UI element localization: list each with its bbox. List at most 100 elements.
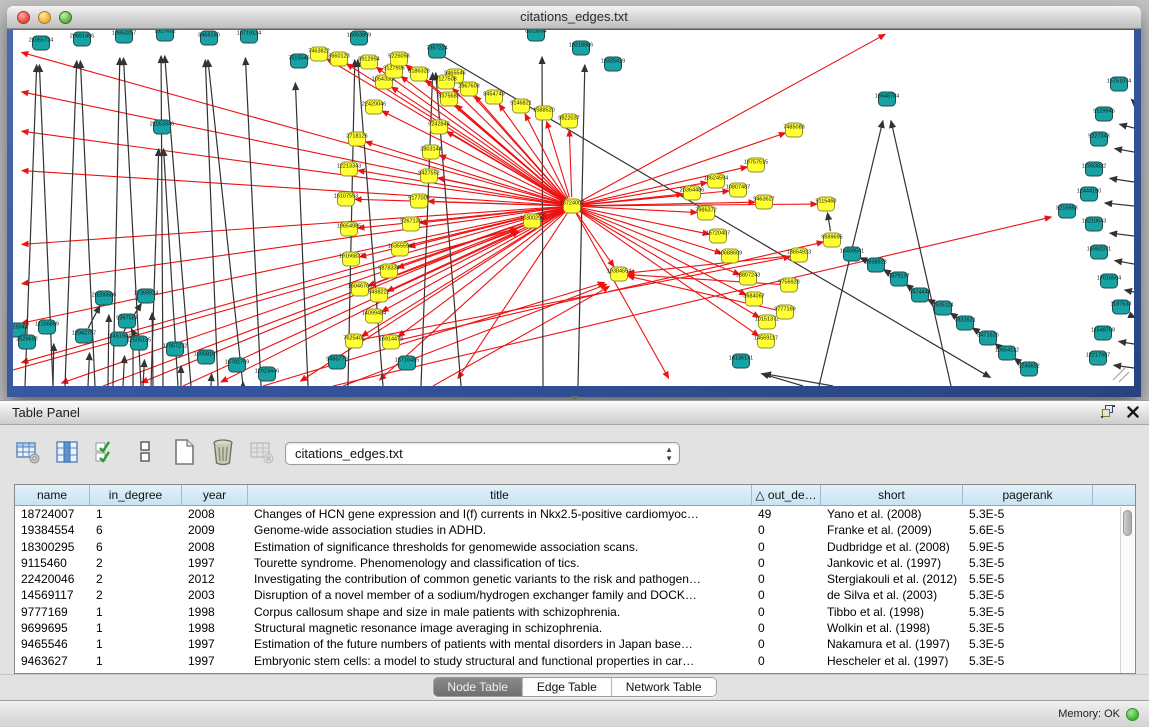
graph-node-9245652[interactable]: 9245652 <box>1018 362 1039 376</box>
graph-node-16210643[interactable]: 16210643 <box>1082 217 1106 231</box>
tab-node-table[interactable]: Node Table <box>433 678 523 696</box>
graph-node-3684067[interactable]: 3684067 <box>743 292 764 306</box>
graph-node-9474444[interactable]: 9474444 <box>909 288 930 302</box>
table-row[interactable]: 969969511998Structural magnetic resonanc… <box>15 620 1135 636</box>
new-file-icon[interactable] <box>170 437 198 467</box>
column-header-name[interactable]: name <box>15 485 90 506</box>
table-row[interactable]: 946362711997Embryonic stem cells: a mode… <box>15 653 1135 669</box>
graph-node-5226058[interactable]: 5226058 <box>388 52 409 66</box>
graph-node-16053809[interactable]: 16053809 <box>347 31 371 45</box>
graph-node-9242848[interactable]: 9242848 <box>428 120 449 134</box>
graph-node-7832621[interactable]: 7832621 <box>954 316 975 330</box>
graph-node-7357224[interactable]: 7357224 <box>426 44 447 58</box>
graph-node-16914479[interactable]: 16914479 <box>379 335 403 349</box>
graph-node-12942757[interactable]: 12942757 <box>72 329 96 343</box>
graph-node-14099484[interactable]: 14099484 <box>362 309 386 323</box>
select-columns-icon[interactable] <box>53 437 81 467</box>
graph-node-9127508[interactable]: 9127508 <box>435 75 456 89</box>
graph-node-15716485[interactable]: 15716485 <box>395 356 419 370</box>
table-row[interactable]: 911546021997Tourette syndrome. Phenomeno… <box>15 555 1135 571</box>
tab-edge-table[interactable]: Edge Table <box>523 678 612 696</box>
graph-node-19218986[interactable]: 19218986 <box>569 41 593 55</box>
graph-node-9267130[interactable]: 9267130 <box>400 217 421 231</box>
graph-node-6879197[interactable]: 6879197 <box>888 272 909 286</box>
graph-node-9397587[interactable]: 9397587 <box>116 314 137 328</box>
graph-node-19166827[interactable]: 19166827 <box>339 252 363 266</box>
graph-node-5938923[interactable]: 5938923 <box>865 258 886 272</box>
graph-node-16107553[interactable]: 16107553 <box>334 192 358 206</box>
graph-node-22420046[interactable]: 22420046 <box>362 100 386 114</box>
graph-node-19654985[interactable]: 19654985 <box>337 222 361 236</box>
graph-node-15751074[interactable]: 15751074 <box>1107 77 1131 91</box>
graph-node-12923446[interactable]: 12923446 <box>255 367 279 381</box>
graph-node-9427552[interactable]: 9427552 <box>418 169 439 183</box>
close-panel-icon[interactable] <box>1127 405 1139 423</box>
graph-node-8466160[interactable]: 8466160 <box>198 31 219 45</box>
graph-node-9463627[interactable]: 9463627 <box>753 195 774 209</box>
table-row[interactable]: 977716911998Corpus callosum shape and si… <box>15 604 1135 620</box>
graph-node-18807243[interactable]: 18807243 <box>736 271 760 285</box>
network-canvas[interactable]: 1872400718300295193845541610755391770059… <box>13 30 1134 386</box>
graph-node-9777169[interactable]: 9777169 <box>774 305 795 319</box>
graph-node-16958167[interactable]: 16958167 <box>194 350 218 364</box>
graph-node-9498222[interactable]: 9498222 <box>368 288 389 302</box>
graph-node-9177005[interactable]: 9177005 <box>408 194 429 208</box>
graph-node-1527602[interactable]: 1527602 <box>154 30 175 41</box>
graph-node-14569117[interactable]: 14569117 <box>754 334 778 348</box>
graph-node-18300295[interactable]: 18300295 <box>520 214 544 228</box>
graph-node-10807487[interactable]: 10807487 <box>726 183 750 197</box>
graph-node-12217987[interactable]: 12217987 <box>1086 351 1110 365</box>
graph-node-10653257[interactable]: 10653257 <box>112 30 136 43</box>
graph-node-9146821[interactable]: 9146821 <box>510 99 531 113</box>
graph-node-18757515[interactable]: 18757515 <box>744 158 768 172</box>
graph-node-7485083[interactable]: 7485083 <box>783 123 804 137</box>
table-vertical-scrollbar[interactable] <box>1120 507 1134 673</box>
graph-node-5878334[interactable]: 5878334 <box>378 264 399 278</box>
table-settings-icon[interactable] <box>14 437 42 467</box>
column-header-title[interactable]: title <box>248 485 752 506</box>
table-row[interactable]: 2242004622012Investigating the contribut… <box>15 571 1135 587</box>
graph-node-2526692[interactable]: 2526692 <box>16 335 37 349</box>
graph-node-9375685[interactable]: 9375685 <box>438 92 459 106</box>
graph-node-10151372[interactable]: 10151372 <box>755 315 779 329</box>
graph-node-9227343[interactable]: 9227343 <box>1088 132 1109 146</box>
graph-node-2718126[interactable]: 2718126 <box>346 132 367 146</box>
tab-network-table[interactable]: Network Table <box>612 678 716 696</box>
column-header-short[interactable]: short <box>821 485 963 506</box>
column-header-year[interactable]: year <box>182 485 248 506</box>
graph-node-10688609[interactable]: 10688609 <box>718 249 742 263</box>
graph-node-8471626[interactable]: 8471626 <box>977 331 998 345</box>
graph-node-12213343[interactable]: 12213343 <box>337 162 361 176</box>
graph-node-2803144[interactable]: 2803144 <box>420 145 441 159</box>
graph-node-9822037[interactable]: 9822037 <box>558 114 579 128</box>
graph-node-1187533[interactable]: 1187533 <box>1110 300 1131 314</box>
graph-node-8215953[interactable]: 8215953 <box>1056 204 1077 218</box>
graph-node-12505135[interactable]: 12505135 <box>127 336 151 350</box>
graph-node-2867608[interactable]: 2867608 <box>458 82 479 96</box>
graph-node-16409541[interactable]: 16409541 <box>840 247 864 261</box>
graph-node-9115460[interactable]: 9115460 <box>815 197 836 211</box>
column-header-in_degree[interactable]: in_degree <box>90 485 182 506</box>
graph-node-20691406[interactable]: 20691406 <box>70 32 94 46</box>
graph-node-8186328[interactable]: 8186328 <box>408 67 429 81</box>
scrollbar-thumb[interactable] <box>1123 510 1132 536</box>
table-row[interactable]: 1830029562008Estimation of significance … <box>15 539 1135 555</box>
graph-node-9699695[interactable]: 9699695 <box>821 233 842 247</box>
graph-node-15720407[interactable]: 15720407 <box>706 229 730 243</box>
table-row[interactable]: 946554611997Estimation of the future num… <box>15 636 1135 652</box>
graph-node-21055724[interactable]: 21055724 <box>29 36 53 50</box>
graph-node-11548708[interactable]: 11548708 <box>1091 326 1115 340</box>
graph-node-7986372[interactable]: 7986372 <box>695 206 716 220</box>
table-source-dropdown[interactable]: citations_edges.txt ▲▼ <box>285 442 680 465</box>
float-panel-icon[interactable] <box>1101 405 1115 423</box>
graph-node-16648784[interactable]: 16648784 <box>875 92 899 106</box>
column-header-pagerank[interactable]: pagerank <box>963 485 1093 506</box>
column-header-out_degree[interactable]: △ out_de… <box>752 485 821 506</box>
table-row[interactable]: 1456911722003Disruption of a novel membe… <box>15 587 1135 603</box>
graph-node-9129946[interactable]: 9129946 <box>1093 107 1114 121</box>
graph-node-8912954[interactable]: 8912954 <box>358 55 379 69</box>
graph-node-13654923[interactable]: 13654923 <box>787 248 811 262</box>
graph-node-18724007[interactable]: 18724007 <box>560 199 584 213</box>
graph-node-17359924[interactable]: 17359924 <box>134 289 158 303</box>
graph-node-8660123[interactable]: 8660123 <box>328 52 349 66</box>
